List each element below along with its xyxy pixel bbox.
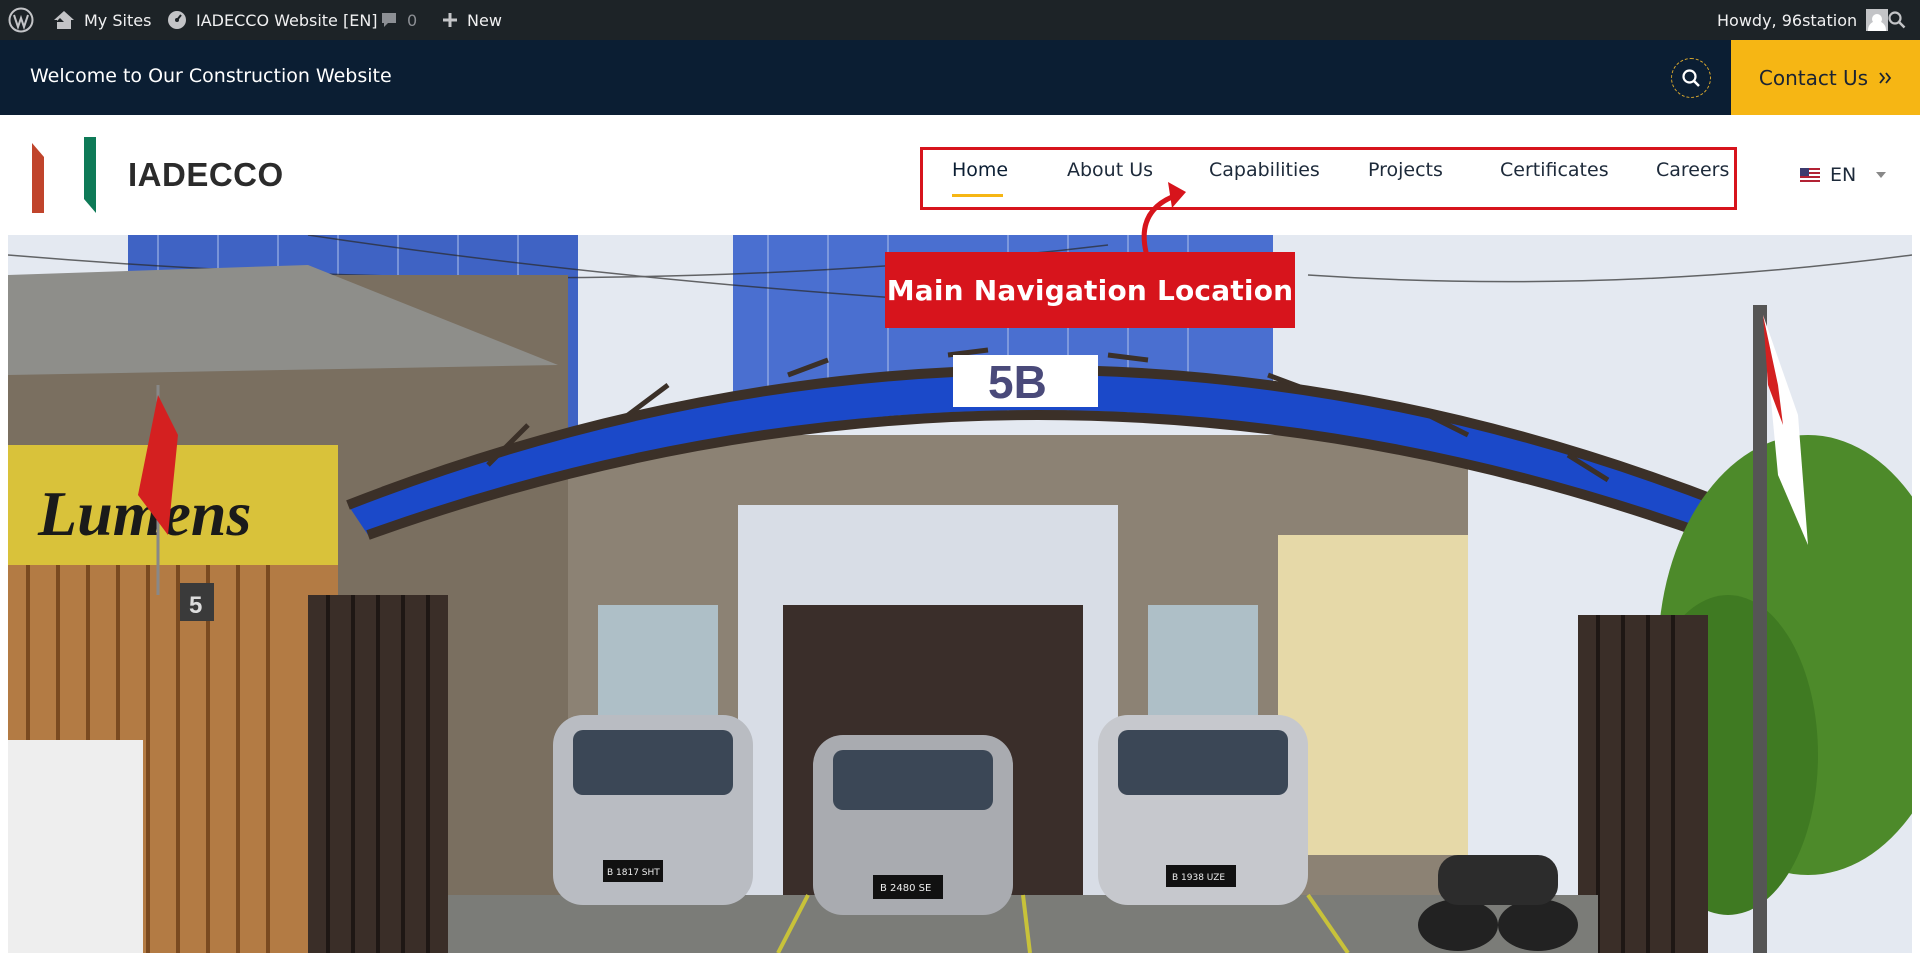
- plate-1-text: B 1817 SHT: [607, 868, 660, 878]
- dashboard-icon: [168, 11, 186, 29]
- account-menu[interactable]: Howdy, 96station: [1717, 0, 1889, 40]
- comment-icon: [382, 13, 396, 27]
- admin-bar: My Sites IADECCO Website [EN] 0 New Howd…: [0, 0, 1920, 40]
- new-label: New: [467, 10, 502, 30]
- search-icon: [1682, 69, 1700, 87]
- plate-3-text: B 1938 UZE: [1172, 873, 1225, 883]
- house-number-text: 5: [189, 592, 202, 619]
- nav-projects[interactable]: Projects: [1368, 159, 1443, 181]
- main-navigation-callout: Main Navigation Location: [885, 252, 1295, 328]
- howdy-label: Howdy, 96station: [1717, 10, 1858, 30]
- comments-menu[interactable]: 0: [380, 0, 417, 40]
- hero-image: Lumens 5 5B B 1817 SHT B 2480 SE B 1938 …: [8, 235, 1912, 953]
- site-name-label: IADECCO Website [EN]: [196, 10, 378, 30]
- plate-2-text: B 2480 SE: [880, 883, 931, 894]
- nav-certificates[interactable]: Certificates: [1500, 159, 1609, 181]
- main-navigation-highlight: [920, 147, 1737, 210]
- site-name-menu[interactable]: IADECCO Website [EN]: [167, 0, 378, 40]
- site-logo[interactable]: IADECCO: [30, 135, 290, 215]
- nav-capabilities[interactable]: Capabilities: [1209, 159, 1320, 181]
- annotation-arrow-icon: [1141, 182, 1186, 255]
- logo-mark: [30, 135, 100, 215]
- my-sites-label: My Sites: [84, 10, 152, 30]
- new-content-menu[interactable]: New: [442, 0, 502, 40]
- plus-icon: [443, 13, 457, 27]
- nav-active-indicator: [952, 194, 1003, 197]
- language-label: EN: [1830, 164, 1857, 186]
- nav-home[interactable]: Home: [952, 159, 1008, 181]
- contact-us-label: Contact Us: [1758, 65, 1869, 90]
- language-switcher[interactable]: EN: [1800, 164, 1887, 186]
- search-button[interactable]: [1671, 58, 1711, 98]
- avatar: [1866, 9, 1889, 31]
- welcome-text: Welcome to Our Construction Website: [30, 65, 392, 87]
- chevron-down-icon: [1876, 172, 1887, 178]
- building-sign-text: 5B: [988, 356, 1047, 408]
- top-bar: Welcome to Our Construction Website Cont…: [0, 40, 1920, 115]
- contact-us-button[interactable]: Contact Us: [1731, 40, 1920, 115]
- us-flag-icon: [1800, 168, 1820, 182]
- my-sites-icon: [54, 11, 74, 29]
- wordpress-logo-icon[interactable]: [8, 0, 34, 40]
- comments-count: 0: [407, 10, 418, 30]
- my-sites-menu[interactable]: My Sites: [53, 0, 151, 40]
- admin-search-icon[interactable]: [1888, 0, 1906, 40]
- nav-careers[interactable]: Careers: [1656, 159, 1729, 181]
- site-header: IADECCO Home About Us Capabilities Proje…: [0, 115, 1920, 235]
- logo-text: IADECCO: [128, 156, 284, 193]
- double-chevron-right-icon: [1879, 71, 1892, 84]
